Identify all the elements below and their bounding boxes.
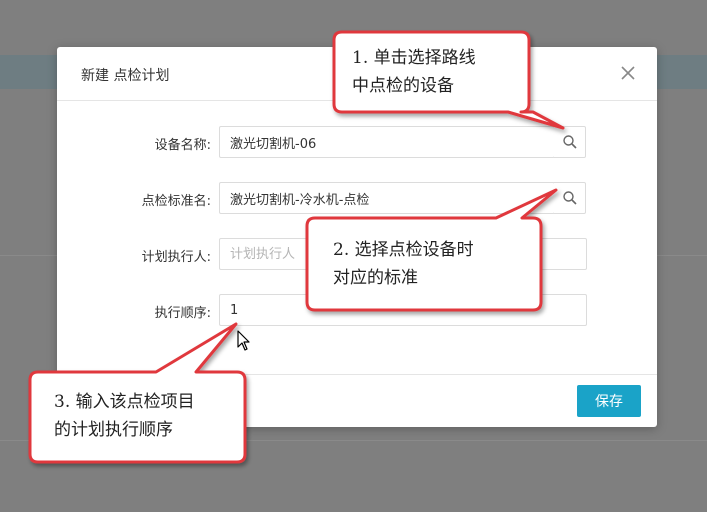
inspection-standard-input[interactable]: [219, 182, 555, 214]
plan-executor-label: 计划执行人:: [141, 250, 211, 265]
execution-order-input[interactable]: [219, 294, 587, 326]
cursor-arrow-icon: [237, 330, 250, 351]
callout-2-line-2: 对应的标准: [333, 268, 418, 288]
search-icon: [562, 135, 577, 149]
callout-3-line-2: 的计划执行顺序: [54, 420, 173, 440]
equipment-search-button[interactable]: [554, 126, 586, 158]
form-row-execution-order: 执行顺序:: [57, 294, 657, 326]
equipment-name-input[interactable]: [219, 126, 555, 158]
close-button[interactable]: [619, 64, 637, 82]
callout-text-1: 1. 单击选择路线 中点检的设备: [352, 44, 476, 100]
callout-1-line-2: 中点检的设备: [352, 76, 454, 96]
callout-text-3: 3. 输入该点检项目 的计划执行顺序: [54, 388, 195, 444]
form-row-equipment-name: 设备名称:: [57, 126, 657, 158]
execution-order-label: 执行顺序:: [154, 306, 211, 321]
callout-text-2: 2. 选择点检设备时 对应的标准: [333, 236, 474, 292]
save-button[interactable]: 保存: [577, 385, 641, 417]
callout-3-line-1: 3. 输入该点检项目: [54, 392, 195, 412]
callout-2-line-1: 2. 选择点检设备时: [333, 240, 474, 260]
dialog-title: 新建 点检计划: [81, 68, 170, 84]
standard-search-button[interactable]: [554, 182, 586, 214]
callout-1-line-1: 1. 单击选择路线: [352, 48, 476, 68]
equipment-name-label: 设备名称:: [154, 138, 211, 153]
close-icon: [621, 66, 635, 80]
form-row-inspection-standard: 点检标准名:: [57, 182, 657, 214]
search-icon: [562, 191, 577, 205]
inspection-standard-label: 点检标准名:: [141, 194, 211, 209]
